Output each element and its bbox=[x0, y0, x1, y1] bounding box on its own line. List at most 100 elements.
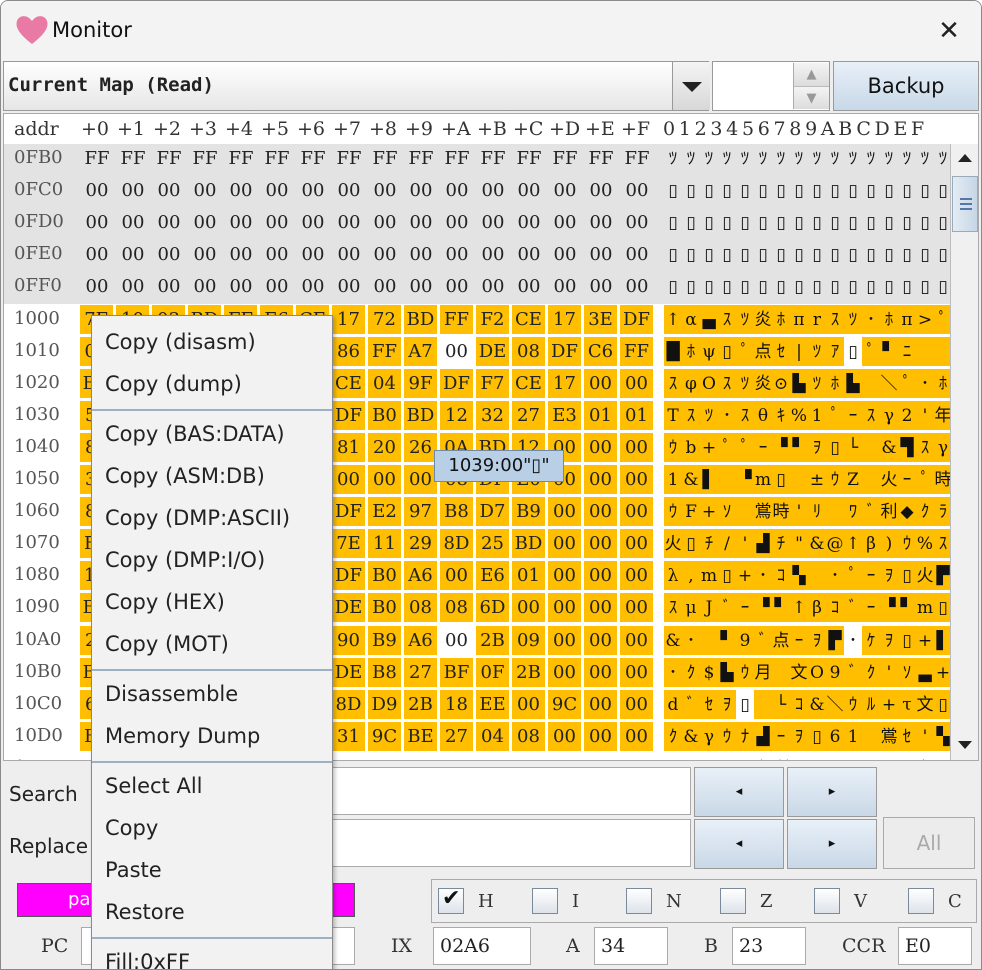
menu-item-restore[interactable]: Restore bbox=[105, 900, 185, 924]
ascii-char[interactable]: ▯ bbox=[916, 176, 934, 206]
hex-byte[interactable]: DF bbox=[332, 400, 366, 431]
ascii-char[interactable]: ｰ bbox=[862, 561, 880, 592]
hex-byte[interactable]: 00 bbox=[188, 272, 222, 302]
ascii-char[interactable]: & bbox=[808, 529, 826, 560]
hex-byte[interactable]: 00 bbox=[476, 272, 510, 302]
ascii-char[interactable]: ﾂ bbox=[736, 304, 754, 335]
ascii-char[interactable]: ▯ bbox=[880, 176, 898, 206]
ascii-char[interactable]: / bbox=[718, 529, 736, 560]
ascii-char[interactable]: ﾎ bbox=[682, 336, 700, 367]
hex-byte[interactable]: FF bbox=[224, 144, 258, 174]
hex-byte[interactable]: 25 bbox=[476, 529, 510, 560]
ascii-char[interactable]: ▯ bbox=[826, 432, 844, 463]
ascii-char[interactable]: 文 bbox=[916, 689, 934, 720]
ascii-char[interactable]: ▯ bbox=[790, 208, 808, 238]
hex-byte[interactable]: 00 bbox=[620, 689, 654, 720]
ascii-char[interactable]: ▯ bbox=[862, 208, 880, 238]
hex-byte[interactable]: 00 bbox=[296, 240, 330, 270]
ascii-char[interactable]: | bbox=[790, 336, 808, 367]
hex-byte[interactable]: 00 bbox=[584, 529, 618, 560]
ascii-char[interactable]: ⊙ bbox=[772, 368, 790, 399]
ascii-char[interactable]: ＼ bbox=[826, 689, 844, 720]
ascii-char[interactable]: ｳ bbox=[898, 529, 916, 560]
hex-byte[interactable]: 00 bbox=[440, 336, 474, 367]
menu-item-copy-hex[interactable]: Copy (HEX) bbox=[105, 590, 225, 614]
replace-next-button[interactable]: ▸ bbox=[787, 819, 877, 869]
menu-item-copy-mot[interactable]: Copy (MOT) bbox=[105, 632, 229, 656]
hex-byte[interactable]: 00 bbox=[476, 176, 510, 206]
ascii-char[interactable]: ･ bbox=[682, 625, 700, 656]
ascii-char[interactable]: ﾂ bbox=[700, 144, 718, 174]
ascii-char[interactable]: ▯ bbox=[898, 208, 916, 238]
hex-byte[interactable]: 00 bbox=[152, 208, 186, 238]
ascii-char[interactable]: ･ bbox=[898, 754, 916, 760]
hex-byte[interactable]: 7E bbox=[332, 529, 366, 560]
ascii-char[interactable]: ｿ bbox=[718, 497, 736, 528]
ascii-char[interactable]: γ bbox=[700, 721, 718, 752]
ascii-char[interactable]: ▯ bbox=[862, 272, 880, 302]
b-field[interactable]: 23 bbox=[732, 927, 806, 965]
ascii-char[interactable]: ▯ bbox=[754, 272, 772, 302]
ascii-char[interactable]: ･ bbox=[916, 368, 934, 399]
ascii-char[interactable]: $ bbox=[700, 657, 718, 688]
ascii-char[interactable] bbox=[736, 497, 754, 528]
ascii-char[interactable]: ﾟ bbox=[916, 465, 934, 495]
vertical-scrollbar[interactable] bbox=[950, 144, 978, 760]
ascii-char[interactable]: ▯ bbox=[700, 176, 718, 206]
ascii-char[interactable]: ｰ bbox=[898, 465, 916, 495]
ascii-char[interactable]: ﾞ bbox=[916, 754, 934, 760]
hex-byte[interactable]: 00 bbox=[548, 529, 582, 560]
ascii-char[interactable]: ﾟ bbox=[736, 336, 754, 367]
ascii-char[interactable]: ｳ bbox=[718, 721, 736, 752]
ascii-char[interactable]: 火 bbox=[916, 561, 934, 592]
hex-byte[interactable]: 00 bbox=[368, 465, 402, 495]
ascii-char[interactable]: ▘ bbox=[772, 593, 790, 624]
ascii-char[interactable]: β bbox=[862, 529, 880, 560]
ascii-char[interactable]: ｽ bbox=[664, 368, 682, 399]
ascii-char[interactable]: ﾂ bbox=[736, 144, 754, 174]
hex-byte[interactable]: 6D bbox=[512, 754, 546, 760]
scroll-thumb[interactable] bbox=[952, 176, 978, 232]
ascii-char[interactable]: ｸ bbox=[862, 657, 880, 688]
ascii-char[interactable]: █ bbox=[664, 336, 682, 367]
ascii-char[interactable]: ▯ bbox=[898, 176, 916, 206]
ascii-char[interactable]: ｸ bbox=[664, 721, 682, 752]
hex-byte[interactable]: 00 bbox=[260, 208, 294, 238]
hex-byte[interactable]: 9F bbox=[404, 368, 438, 399]
ascii-char[interactable]: ▘ bbox=[790, 432, 808, 463]
hex-byte[interactable]: FF bbox=[80, 144, 114, 174]
ascii-char[interactable]: ｽ bbox=[736, 400, 754, 431]
hex-byte[interactable]: 00 bbox=[368, 208, 402, 238]
hex-byte[interactable]: BE bbox=[404, 721, 438, 752]
ascii-char[interactable] bbox=[826, 754, 844, 760]
hex-byte[interactable]: 00 bbox=[440, 272, 474, 302]
hex-byte[interactable]: 00 bbox=[260, 272, 294, 302]
hex-byte[interactable]: 2B bbox=[512, 657, 546, 688]
ascii-char[interactable]: ｦ bbox=[790, 721, 808, 752]
hex-byte[interactable]: D7 bbox=[476, 497, 510, 528]
hex-byte[interactable]: 00 bbox=[620, 657, 654, 688]
ascii-char[interactable]: ▘ bbox=[898, 593, 916, 624]
ascii-char[interactable]: & bbox=[808, 689, 826, 720]
scroll-down-icon[interactable] bbox=[953, 732, 977, 758]
ascii-char[interactable]: ﾟ bbox=[898, 368, 916, 399]
ascii-char[interactable]: O bbox=[700, 368, 718, 399]
ascii-char[interactable]: ｾ bbox=[772, 336, 790, 367]
ascii-char[interactable]: ｰ bbox=[772, 721, 790, 752]
hex-byte[interactable]: 09 bbox=[512, 625, 546, 656]
ascii-char[interactable]: ｽ bbox=[682, 400, 700, 431]
menu-item-copy[interactable]: Copy bbox=[105, 816, 158, 840]
ascii-char[interactable]: ｸ bbox=[736, 754, 754, 760]
ascii-char[interactable]: ▯ bbox=[826, 176, 844, 206]
ascii-char[interactable]: ﾜ bbox=[844, 497, 862, 528]
ascii-char[interactable]: ▯ bbox=[790, 176, 808, 206]
ascii-char[interactable]: ﾟ bbox=[826, 400, 844, 431]
ascii-char[interactable]: ▝ bbox=[736, 465, 754, 495]
hex-byte[interactable]: 00 bbox=[548, 657, 582, 688]
hex-byte[interactable]: FF bbox=[260, 144, 294, 174]
hex-byte[interactable]: 97 bbox=[404, 497, 438, 528]
ascii-char[interactable]: ▯ bbox=[718, 336, 736, 367]
ascii-char[interactable]: ± bbox=[808, 465, 826, 495]
ascii-char[interactable]: + bbox=[700, 432, 718, 463]
ascii-char[interactable]: ･ bbox=[718, 400, 736, 431]
